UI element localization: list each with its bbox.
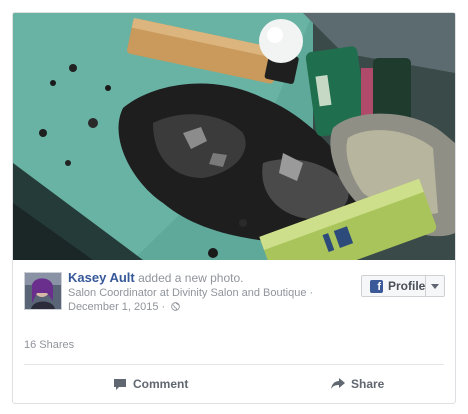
profile-button-label: Profile xyxy=(388,279,426,293)
author-avatar[interactable] xyxy=(24,272,62,310)
post-action-text: added a new photo. xyxy=(138,271,244,285)
comment-button-label: Comment xyxy=(133,377,189,391)
post-date-link[interactable]: December 1, 2015 · xyxy=(68,301,165,313)
facebook-f-icon: f xyxy=(370,279,383,293)
author-subtitle[interactable]: Salon Coordinator at Divinity Salon and … xyxy=(68,286,335,300)
facebook-post-card: Kasey Ault added a new photo. Salon Coor… xyxy=(12,12,456,404)
shares-count[interactable]: 16 Shares xyxy=(24,339,74,351)
profile-button[interactable]: f Profile xyxy=(361,275,445,297)
profile-button-divider xyxy=(425,276,426,296)
comment-button[interactable]: Comment xyxy=(113,365,188,403)
share-arrow-icon xyxy=(331,378,345,389)
share-button[interactable]: Share xyxy=(331,365,384,403)
post-actions-bar: Comment Share xyxy=(13,365,455,403)
author-name-link[interactable]: Kasey Ault xyxy=(68,270,135,285)
post-header: Kasey Ault added a new photo. Salon Coor… xyxy=(24,270,445,322)
speech-bubble-icon xyxy=(114,378,126,390)
share-button-label: Share xyxy=(351,377,385,391)
post-photo[interactable] xyxy=(13,13,455,260)
globe-icon xyxy=(171,302,181,311)
caret-down-icon[interactable] xyxy=(431,284,439,289)
